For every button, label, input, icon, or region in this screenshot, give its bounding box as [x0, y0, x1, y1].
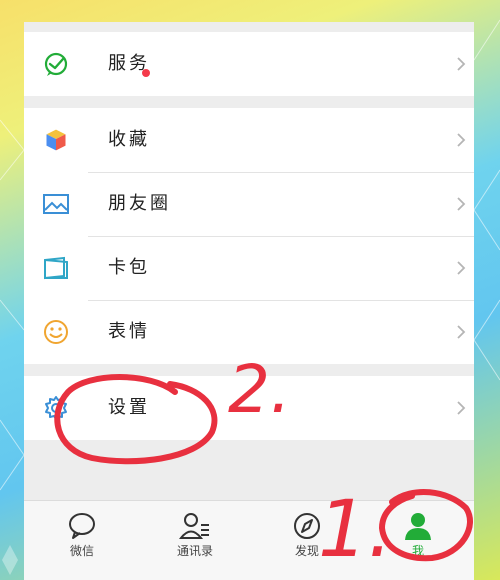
wechat-me-screen: 服务 收藏 朋友圈 卡包 表情 设置 微信 通讯录 发现 我 — [24, 22, 474, 580]
chevron-right-icon — [457, 197, 466, 211]
smiley-icon — [44, 320, 68, 344]
wechat-pay-icon — [44, 52, 68, 76]
moments-label: 朋友圈 — [108, 193, 171, 214]
contacts-icon — [179, 513, 209, 539]
chevron-right-icon — [457, 401, 466, 415]
tab-discover-label: 发现 — [294, 544, 319, 558]
chevron-right-icon — [457, 325, 466, 339]
tab-me[interactable]: 我 — [362, 501, 474, 580]
menu-item-favorites[interactable]: 收藏 — [24, 108, 474, 172]
settings-label: 设置 — [108, 397, 150, 418]
cards-label: 卡包 — [108, 257, 150, 278]
compass-icon — [294, 513, 320, 539]
stickers-label: 表情 — [108, 321, 150, 342]
picture-icon — [43, 194, 69, 214]
tab-chats-label: 微信 — [69, 544, 94, 558]
menu-item-stickers[interactable]: 表情 — [24, 300, 474, 364]
chevron-right-icon — [457, 261, 466, 275]
tab-chats[interactable]: 微信 — [26, 501, 138, 580]
person-icon — [405, 513, 431, 540]
menu-item-services[interactable]: 服务 — [24, 32, 474, 96]
services-group: 服务 — [24, 32, 474, 96]
tab-contacts-label: 通讯录 — [176, 544, 213, 558]
discover-group: 收藏 朋友圈 卡包 表情 — [24, 108, 474, 364]
chevron-right-icon — [457, 133, 466, 147]
chat-bubble-icon — [69, 513, 95, 539]
menu-item-moments[interactable]: 朋友圈 — [24, 172, 474, 236]
tab-contacts[interactable]: 通讯录 — [139, 501, 251, 580]
settings-group: 设置 — [24, 376, 474, 440]
menu-item-settings[interactable]: 设置 — [24, 376, 474, 440]
tab-me-label: 我 — [411, 544, 424, 558]
tab-discover[interactable]: 发现 — [251, 501, 363, 580]
wallet-card-icon — [44, 256, 68, 280]
cube-icon — [45, 128, 67, 152]
favorites-label: 收藏 — [108, 129, 150, 150]
bottom-tab-bar: 微信 通讯录 发现 我 — [24, 500, 474, 580]
gear-icon — [45, 396, 67, 420]
chevron-right-icon — [457, 57, 466, 71]
menu-item-cards[interactable]: 卡包 — [24, 236, 474, 300]
services-red-dot — [142, 69, 150, 77]
